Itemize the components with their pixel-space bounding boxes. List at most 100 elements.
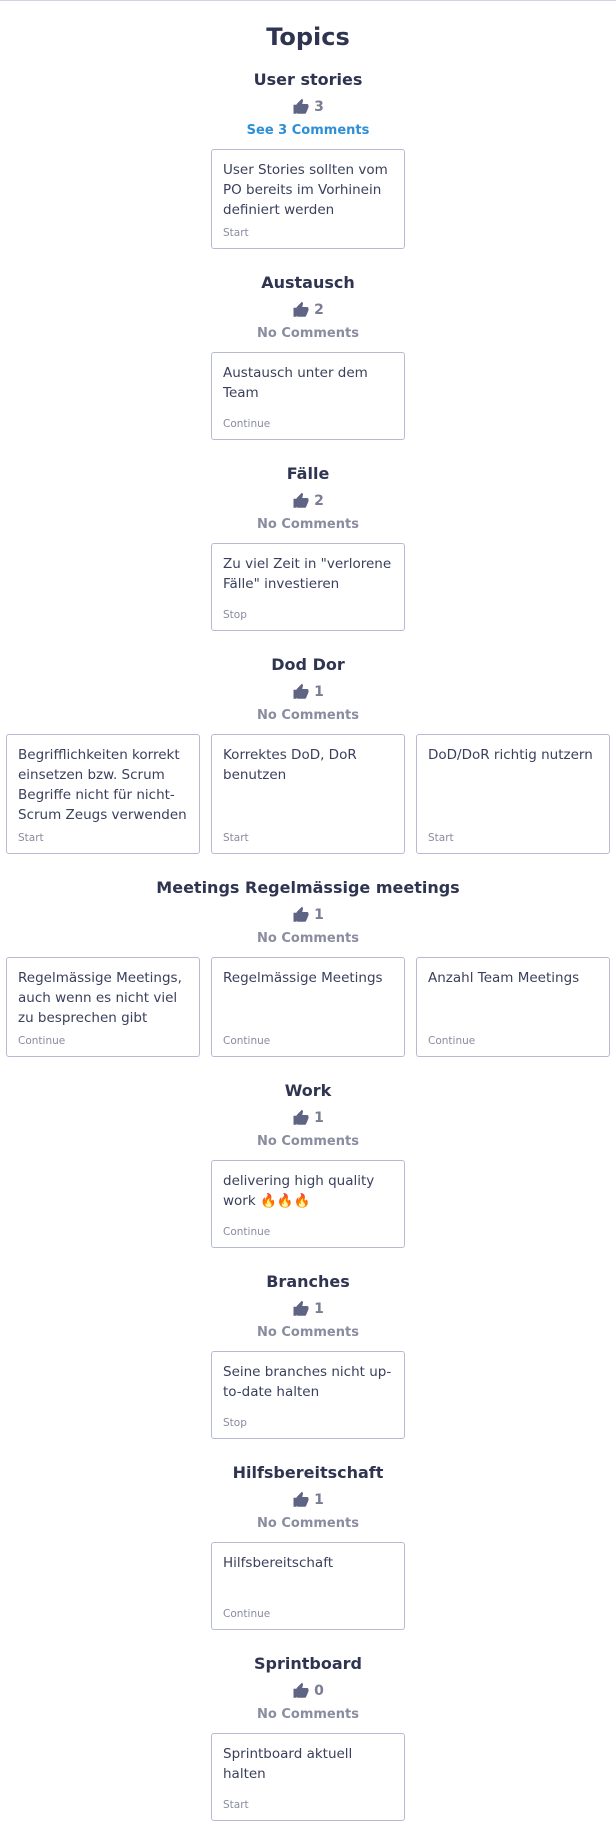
vote-counter: 1 [292,1106,324,1130]
vote-count: 1 [314,1110,324,1126]
comments-link[interactable]: No Comments [257,1132,359,1152]
topic-section: Meetings Regelmässige meetings 1 No Comm… [0,877,616,1057]
card-category: Start [223,227,249,239]
card-category: Continue [223,1226,271,1238]
topic-section: Dod Dor 1 No Comments Begrifflichkeiten … [0,654,616,854]
card-text: delivering high quality work 🔥🔥🔥 [223,1173,375,1209]
vote-counter: 0 [292,1679,324,1703]
retro-card[interactable]: Hilfsbereitschaft Continue [211,1542,405,1630]
retro-card[interactable]: delivering high quality work 🔥🔥🔥 Continu… [211,1160,405,1248]
comments-link[interactable]: No Comments [257,1705,359,1725]
card-row: Zu viel Zeit in "verlorene Fälle" invest… [0,543,616,631]
comments-link[interactable]: No Comments [257,324,359,344]
card-row: Begrifflichkeiten korrekt einsetzen bzw.… [0,734,616,854]
thumbs-up-icon[interactable] [292,98,310,116]
topic-section: Work 1 No Comments delivering high quali… [0,1080,616,1248]
retro-card[interactable]: DoD/DoR richtig nutzern Start [416,734,610,854]
card-category: Continue [223,418,271,430]
card-row: Seine branches nicht up-to-date halten S… [0,1351,616,1439]
topic-title: Work [284,1081,332,1100]
comments-link[interactable]: No Comments [257,515,359,535]
topic-section: Hilfsbereitschaft 1 No Comments Hilfsber… [0,1462,616,1630]
retro-card[interactable]: Regelmässige Meetings, auch wenn es nich… [6,957,200,1057]
topics-list: User stories 3 See 3 Comments User Stori… [0,69,616,1821]
vote-counter: 1 [292,680,324,704]
card-row: Regelmässige Meetings, auch wenn es nich… [0,957,616,1057]
vote-count: 2 [314,302,324,318]
retro-card[interactable]: User Stories sollten vom PO bereits im V… [211,149,405,249]
thumbs-up-icon[interactable] [292,906,310,924]
topic-title: Fälle [286,464,330,483]
vote-count: 0 [314,1683,324,1699]
comments-link[interactable]: No Comments [257,929,359,949]
vote-counter: 3 [292,95,324,119]
vote-counter: 2 [292,489,324,513]
card-text: Zu viel Zeit in "verlorene Fälle" invest… [223,556,392,592]
topic-title: Branches [266,1272,350,1291]
thumbs-up-icon[interactable] [292,1300,310,1318]
card-text: Austausch unter dem Team [223,365,368,401]
card-category: Stop [223,1417,247,1429]
topic-title: Meetings Regelmässige meetings [156,878,460,897]
vote-counter: 2 [292,298,324,322]
card-category: Start [428,832,454,844]
card-category: Continue [223,1035,271,1047]
thumbs-up-icon[interactable] [292,1109,310,1127]
vote-count: 1 [314,907,324,923]
retro-card[interactable]: Regelmässige Meetings Continue [211,957,405,1057]
topic-title: Sprintboard [254,1654,362,1673]
comments-link[interactable]: See 3 Comments [247,121,370,141]
card-text: DoD/DoR richtig nutzern [428,747,593,763]
topic-section: Sprintboard 0 No Comments Sprintboard ak… [0,1653,616,1821]
topic-section: User stories 3 See 3 Comments User Stori… [0,69,616,249]
thumbs-up-icon[interactable] [292,301,310,319]
thumbs-up-icon[interactable] [292,683,310,701]
card-category: Continue [223,1608,271,1620]
card-text: Seine branches nicht up-to-date halten [223,1364,392,1400]
card-text: Regelmässige Meetings [223,970,383,986]
card-row: Sprintboard aktuell halten Start [0,1733,616,1821]
thumbs-up-icon[interactable] [292,1491,310,1509]
vote-counter: 1 [292,1297,324,1321]
thumbs-up-icon[interactable] [292,492,310,510]
retro-card[interactable]: Zu viel Zeit in "verlorene Fälle" invest… [211,543,405,631]
card-text: Begrifflichkeiten korrekt einsetzen bzw.… [18,747,187,823]
card-text: Sprintboard aktuell halten [223,1746,353,1782]
card-text: Anzahl Team Meetings [428,970,580,986]
retro-card[interactable]: Sprintboard aktuell halten Start [211,1733,405,1821]
card-category: Continue [428,1035,476,1047]
vote-count: 1 [314,684,324,700]
retro-card[interactable]: Anzahl Team Meetings Continue [416,957,610,1057]
card-category: Start [223,832,249,844]
card-category: Start [18,832,44,844]
retro-card[interactable]: Begrifflichkeiten korrekt einsetzen bzw.… [6,734,200,854]
card-text: Regelmässige Meetings, auch wenn es nich… [18,970,182,1026]
card-text: Korrektes DoD, DoR benutzen [223,747,357,783]
comments-link[interactable]: No Comments [257,1514,359,1534]
topic-title: User stories [253,70,363,89]
page-title: Topics [266,23,350,51]
retro-card[interactable]: Seine branches nicht up-to-date halten S… [211,1351,405,1439]
card-row: Austausch unter dem Team Continue [0,352,616,440]
retro-card[interactable]: Korrektes DoD, DoR benutzen Start [211,734,405,854]
comments-link[interactable]: No Comments [257,1323,359,1343]
topic-title: Austausch [261,273,355,292]
topic-section: Austausch 2 No Comments Austausch unter … [0,272,616,440]
card-row: Hilfsbereitschaft Continue [0,1542,616,1630]
topic-section: Branches 1 No Comments Seine branches ni… [0,1271,616,1439]
card-category: Stop [223,609,247,621]
thumbs-up-icon[interactable] [292,1682,310,1700]
topic-title: Dod Dor [271,655,345,674]
card-row: User Stories sollten vom PO bereits im V… [0,149,616,249]
card-category: Start [223,1799,249,1811]
vote-count: 1 [314,1492,324,1508]
vote-count: 1 [314,1301,324,1317]
comments-link[interactable]: No Comments [257,706,359,726]
topic-section: Fälle 2 No Comments Zu viel Zeit in "ver… [0,463,616,631]
vote-count: 3 [314,99,324,115]
card-text: User Stories sollten vom PO bereits im V… [223,162,388,218]
card-text: Hilfsbereitschaft [223,1555,334,1571]
topic-title: Hilfsbereitschaft [232,1463,384,1482]
card-category: Continue [18,1035,66,1047]
retro-card[interactable]: Austausch unter dem Team Continue [211,352,405,440]
